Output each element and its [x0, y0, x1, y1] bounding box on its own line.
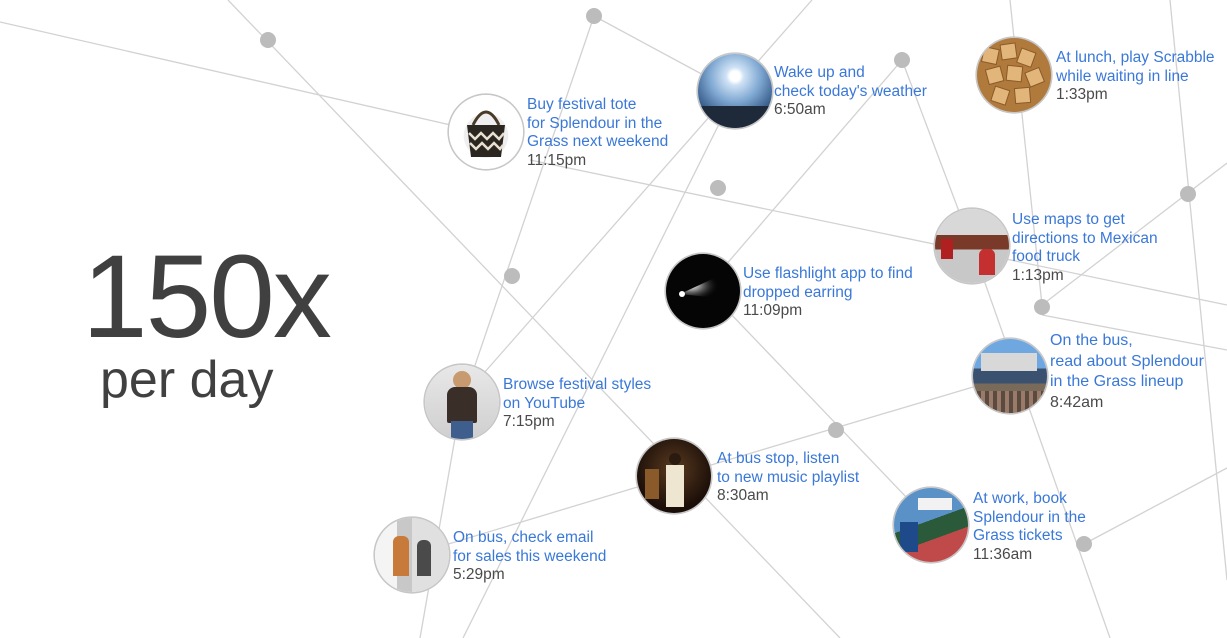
moment-caption-weather[interactable]: Wake up and check today's weather 6:50am — [774, 64, 927, 120]
moment-caption-flashlight[interactable]: Use flashlight app to find dropped earri… — [743, 265, 913, 321]
person-legs — [451, 421, 473, 439]
stage-roof — [981, 353, 1037, 371]
stage-crowd — [973, 391, 1047, 413]
shopping-street-photo — [375, 518, 449, 592]
caption-time: 1:13pm — [1012, 266, 1064, 284]
caption-line: Grass tickets — [973, 527, 1063, 544]
performer-head — [669, 453, 681, 465]
caption-time: 11:15pm — [527, 151, 587, 169]
network-edge — [461, 0, 813, 399]
moment-caption-scrabble[interactable]: At lunch, play Scrabble while waiting in… — [1056, 49, 1215, 105]
festival-sign-photo — [894, 488, 968, 562]
food-truck-person — [979, 249, 995, 275]
network-dot — [504, 268, 520, 284]
performer-body — [666, 465, 684, 507]
headline-number: 150x — [82, 231, 332, 363]
network-dot — [260, 32, 276, 48]
usage-headline: 150x per day — [82, 231, 332, 406]
caption-line: At bus stop, listen — [717, 450, 840, 467]
moment-caption-youtube[interactable]: Browse festival styles on YouTube 7:15pm — [503, 376, 651, 432]
festival-sign-board — [918, 498, 952, 510]
caption-line: for Splendour in the — [527, 114, 663, 132]
food-truck-awning — [941, 239, 953, 259]
moment-caption-maps[interactable]: Use maps to get directions to Mexican fo… — [1012, 211, 1158, 285]
caption-line: Browse festival styles — [503, 376, 652, 393]
moment-caption-tickets[interactable]: At work, book Splendour in the Grass tic… — [973, 490, 1086, 564]
headline-label: per day — [100, 351, 274, 409]
moment-caption-tote[interactable]: Buy festival tote for Splendour in the G… — [527, 96, 668, 170]
festival-banner — [900, 522, 918, 552]
caption-line: Grass next weekend — [527, 133, 669, 150]
horizon-band — [698, 106, 772, 128]
flashlight-beam-icon — [679, 268, 736, 300]
caption-time: 11:09pm — [743, 302, 803, 319]
caption-line: On bus, check email — [453, 529, 594, 546]
caption-line: At work, book — [973, 490, 1067, 507]
caption-line: on YouTube — [503, 394, 586, 412]
caption-line: Use flashlight app to find — [743, 265, 913, 282]
caption-line: dropped earring — [743, 283, 853, 301]
caption-line: read about Splendour — [1050, 352, 1204, 370]
caption-line: food truck — [1012, 248, 1081, 265]
moment-caption-lineup[interactable]: On the bus, read about Splendour in the … — [1050, 331, 1204, 413]
band-performance-photo — [637, 439, 711, 513]
caption-line: check today's weather — [774, 82, 927, 100]
person-body — [447, 387, 477, 423]
moment-caption-playlist[interactable]: At bus stop, listen to new music playlis… — [717, 450, 859, 506]
network-dot — [710, 180, 726, 196]
caption-time: 6:50am — [774, 101, 826, 118]
scrabble-tiles-photo — [977, 38, 1051, 112]
shopper-figure — [393, 536, 409, 576]
caption-line: in the Grass lineup — [1050, 373, 1184, 390]
network-edge — [1083, 467, 1227, 545]
caption-line: for sales this weekend — [453, 547, 607, 565]
network-dot — [586, 8, 602, 24]
caption-line: Buy festival tote — [527, 96, 637, 113]
caption-line: Use maps to get — [1012, 211, 1125, 228]
caption-line: On the bus, — [1050, 332, 1133, 349]
caption-time: 5:29pm — [453, 566, 505, 583]
tote-bag-photo — [449, 95, 523, 169]
festival-stage-photo — [973, 339, 1047, 413]
network-dot — [1034, 299, 1050, 315]
shopper-figure — [417, 540, 431, 576]
caption-time: 11:36am — [973, 545, 1033, 563]
tote-bag-icon — [467, 110, 505, 157]
network-edge — [0, 21, 491, 135]
caption-line: At lunch, play Scrabble — [1056, 49, 1215, 66]
network-edge — [469, 15, 595, 381]
band-member — [645, 469, 659, 499]
festival-outfit-photo — [425, 365, 499, 439]
network-dot — [1180, 186, 1196, 202]
caption-line: Splendour in the — [973, 508, 1086, 526]
flashlight-beam-photo — [666, 254, 740, 328]
caption-time: 1:33pm — [1056, 86, 1108, 103]
scrabble-tiles-icon — [980, 42, 1046, 106]
caption-time: 8:42am — [1050, 393, 1104, 411]
caption-time: 8:30am — [717, 487, 769, 504]
network-dot — [828, 422, 844, 438]
morning-sky-photo — [698, 54, 772, 128]
caption-line: to new music playlist — [717, 468, 860, 486]
caption-line: while waiting in line — [1056, 67, 1189, 85]
caption-line: directions to Mexican — [1012, 229, 1158, 247]
caption-line: Wake up and — [774, 64, 865, 81]
caption-time: 7:15pm — [503, 413, 555, 430]
moment-caption-email[interactable]: On bus, check email for sales this weeke… — [453, 529, 606, 585]
food-truck-photo — [935, 209, 1009, 283]
